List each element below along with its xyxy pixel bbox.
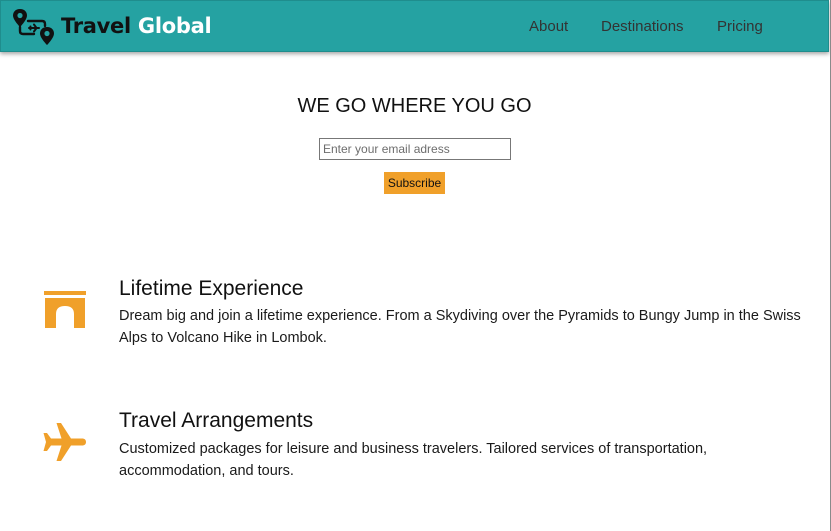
email-input[interactable] [319, 138, 511, 160]
brand-logo-text[interactable]: Travel Global [61, 13, 212, 39]
feature-description-travel-arrangements: Customized packages for leisure and busi… [119, 441, 708, 479]
nav-pricing-link[interactable]: Pricing [717, 18, 763, 36]
arch-icon [44, 291, 86, 328]
feature-title-lifetime-experience: Lifetime Experience [119, 277, 304, 300]
page: Travel Global About Destinations Pricing… [0, 0, 831, 531]
brand-name-part2: Global [137, 14, 212, 38]
feature-description-lifetime-experience: Dream big and join a lifetime experience… [119, 308, 801, 346]
airplane-icon [43, 423, 86, 461]
travel-route-map-icon[interactable] [12, 7, 56, 47]
brand-name-part1: Travel [61, 14, 131, 38]
nav-destinations-link[interactable]: Destinations [601, 18, 684, 36]
feature-title-travel-arrangements: Travel Arrangements [119, 409, 314, 432]
hero-title: WE GO WHERE YOU GO [297, 95, 532, 117]
subscribe-button[interactable]: Subscribe [384, 172, 445, 194]
nav-about-link[interactable]: About [529, 18, 568, 36]
site-header: Travel Global About Destinations Pricing [0, 0, 829, 52]
